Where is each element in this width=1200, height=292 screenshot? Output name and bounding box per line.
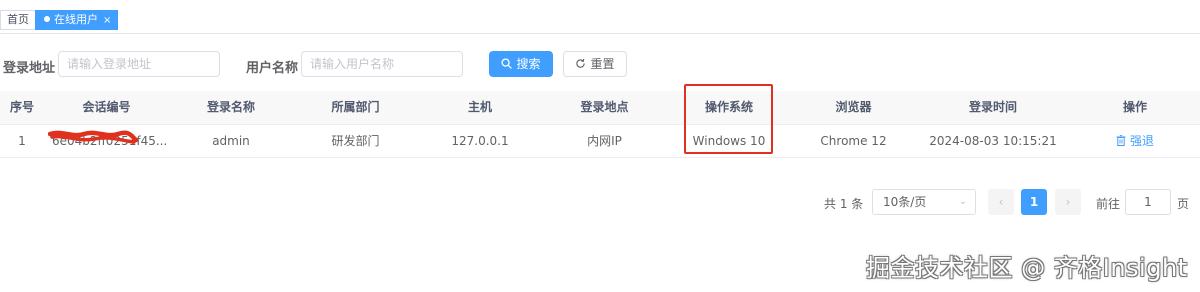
goto-suffix: 页 <box>1177 197 1190 211</box>
login-address-label: 登录地址 <box>3 61 56 76</box>
search-button[interactable]: 搜索 <box>489 51 553 77</box>
host: 127.0.0.1 <box>451 134 509 148</box>
close-icon[interactable]: × <box>103 15 111 26</box>
browser: Chrome 12 <box>820 134 887 148</box>
chevron-down-icon: ⌄ <box>958 196 967 207</box>
tag-online-users[interactable]: 在线用户 × <box>35 10 119 30</box>
row-index: 1 <box>18 134 26 148</box>
username-label: 用户名称 <box>246 61 299 76</box>
login-time: 2024-08-03 10:15:21 <box>929 134 1057 148</box>
column-header: 序号 <box>9 100 34 114</box>
page-size-select[interactable]: 10条/页 ⌄ <box>872 189 976 215</box>
prev-page-button[interactable]: ‹ <box>988 189 1014 215</box>
search-icon <box>501 58 513 69</box>
refresh-icon <box>576 59 586 68</box>
column-header: 登录名称 <box>206 100 255 114</box>
page-size-value: 10条/页 <box>883 195 927 209</box>
tag-online-users-label: 在线用户 <box>54 13 98 26</box>
column-header: 主机 <box>467 100 492 114</box>
table-row: 1 6e04b2ff0251f45... admin 研发部门 127.0.0.… <box>0 125 1200 158</box>
search-button-label: 搜索 <box>516 57 541 71</box>
force-logout-label: 强退 <box>1129 134 1154 148</box>
reset-button[interactable]: 重置 <box>563 51 627 77</box>
table-header: 序号 会话编号 登录名称 所属部门 主机 登录地点 操作系统 浏览器 登录时间 … <box>0 91 1200 125</box>
tag-home-label: 首页 <box>7 13 29 26</box>
active-dot-icon <box>44 16 50 22</box>
pagination-total: 共 1 条 <box>824 197 864 211</box>
page-number-button[interactable]: 1 <box>1021 189 1047 215</box>
reset-button-label: 重置 <box>590 57 615 71</box>
next-page-button[interactable]: › <box>1055 189 1081 215</box>
column-header: 所属部门 <box>331 100 380 114</box>
goto-label: 前往 <box>1096 197 1121 211</box>
annotation-highlight-box <box>684 84 773 154</box>
goto-page-input[interactable]: 1 <box>1125 189 1171 215</box>
redaction-scribble <box>48 130 139 144</box>
username-input[interactable]: 请输入用户名称 <box>301 51 463 77</box>
column-header: 登录地点 <box>580 100 629 114</box>
watermark: 掘金技术社区 @ 齐格Insight <box>866 254 1188 282</box>
column-header: 会话编号 <box>82 100 131 114</box>
login-location: 内网IP <box>587 134 622 148</box>
column-header: 浏览器 <box>835 100 872 114</box>
tag-home[interactable]: 首页 <box>0 10 36 30</box>
column-header: 操作 <box>1122 100 1147 114</box>
department: 研发部门 <box>331 134 380 148</box>
force-logout-button[interactable]: 强退 <box>1116 134 1154 148</box>
login-address-input[interactable]: 请输入登录地址 <box>58 51 220 77</box>
force-logout-cell: 强退 <box>1070 125 1200 157</box>
login-name: admin <box>212 134 250 148</box>
tags-view-bar: 首页 在线用户 × <box>0 7 1200 34</box>
column-header: 登录时间 <box>968 100 1017 114</box>
delete-icon <box>1116 135 1126 146</box>
